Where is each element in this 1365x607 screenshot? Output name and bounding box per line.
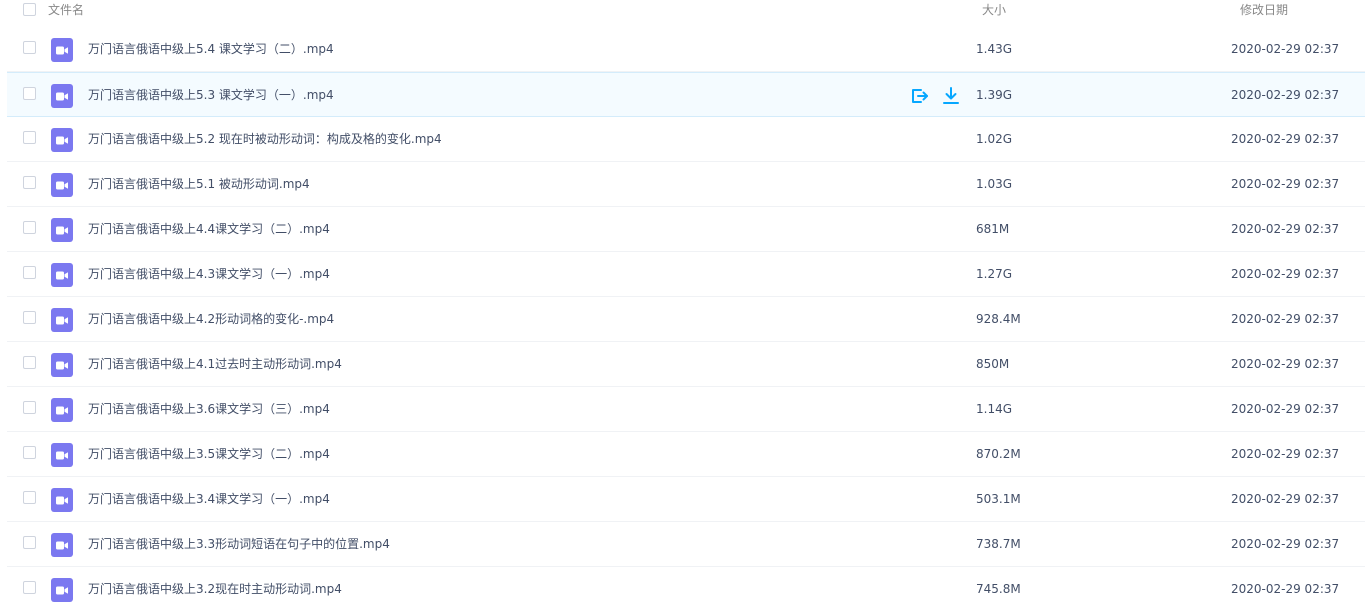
video-file-icon <box>51 488 73 512</box>
file-name[interactable]: 万门语言俄语中级上5.4 课文学习（二）.mp4 <box>88 41 334 57</box>
file-row[interactable]: 万门语言俄语中级上3.5课文学习（二）.mp4 870.2M 2020-02-29 … <box>7 432 1365 477</box>
video-file-icon <box>51 443 73 467</box>
row-checkbox[interactable] <box>23 221 36 234</box>
row-checkbox[interactable] <box>23 87 36 100</box>
file-size: 870.2M <box>976 447 1021 461</box>
file-row[interactable]: 万门语言俄语中级上4.1过去时主动形动词.mp4 850M 2020-02-29 0… <box>7 342 1365 387</box>
row-checkbox[interactable] <box>23 266 36 279</box>
select-all-checkbox[interactable] <box>23 3 36 16</box>
file-size: 1.14G <box>976 402 1013 416</box>
file-date: 2020-02-29 02:37 <box>1231 267 1340 281</box>
file-name[interactable]: 万门语言俄语中级上5.1 被动形动词.mp4 <box>88 176 310 192</box>
video-file-icon <box>51 578 73 602</box>
video-file-icon <box>51 173 73 197</box>
file-row[interactable]: 万门语言俄语中级上4.3课文学习（一）.mp4 1.27G 2020-02-29 0… <box>7 252 1365 297</box>
file-name[interactable]: 万门语言俄语中级上3.4课文学习（一）.mp4 <box>88 491 330 507</box>
row-checkbox[interactable] <box>23 41 36 54</box>
file-size: 1.27G <box>976 267 1013 281</box>
row-checkbox[interactable] <box>23 581 36 594</box>
row-checkbox[interactable] <box>23 491 36 504</box>
share-icon[interactable] <box>909 86 929 106</box>
video-file-icon <box>51 308 73 332</box>
file-date: 2020-02-29 02:37 <box>1231 312 1340 326</box>
row-checkbox[interactable] <box>23 401 36 414</box>
list-header: 文件名 大小 修改日期 <box>0 0 1365 27</box>
download-icon[interactable] <box>941 86 961 106</box>
file-row[interactable]: 万门语言俄语中级上4.4课文学习（二）.mp4 681M 2020-02-29 02… <box>7 207 1365 252</box>
row-checkbox[interactable] <box>23 176 36 189</box>
file-name[interactable]: 万门语言俄语中级上5.3 课文学习（一）.mp4 <box>88 87 334 103</box>
file-name[interactable]: 万门语言俄语中级上4.4课文学习（二）.mp4 <box>88 221 330 237</box>
row-checkbox[interactable] <box>23 536 36 549</box>
file-date: 2020-02-29 02:37 <box>1231 492 1340 506</box>
video-file-icon <box>51 263 73 287</box>
file-row[interactable]: 万门语言俄语中级上3.2现在时主动形动词.mp4 745.8M 2020-02-29… <box>7 567 1365 607</box>
file-date: 2020-02-29 02:37 <box>1231 222 1340 236</box>
file-size: 928.4M <box>976 312 1021 326</box>
file-date: 2020-02-29 02:37 <box>1231 88 1340 102</box>
file-date: 2020-02-29 02:37 <box>1231 447 1340 461</box>
file-name[interactable]: 万门语言俄语中级上4.3课文学习（一）.mp4 <box>88 266 330 282</box>
file-name[interactable]: 万门语言俄语中级上3.5课文学习（二）.mp4 <box>88 446 330 462</box>
file-name[interactable]: 万门语言俄语中级上5.2 现在时被动形动词：构成及格的变化.mp4 <box>88 131 442 147</box>
file-size: 1.02G <box>976 132 1013 146</box>
file-date: 2020-02-29 02:37 <box>1231 537 1340 551</box>
file-row[interactable]: 万门语言俄语中级上5.4 课文学习（二）.mp4 1.43G 2020-02-29 … <box>7 27 1365 72</box>
video-file-icon <box>51 84 73 108</box>
row-checkbox[interactable] <box>23 131 36 144</box>
column-header-name[interactable]: 文件名 <box>48 2 84 18</box>
file-size: 738.7M <box>976 537 1021 551</box>
column-header-date[interactable]: 修改日期 <box>1240 2 1288 18</box>
file-size: 1.43G <box>976 42 1013 56</box>
file-row[interactable]: 万门语言俄语中级上5.3 课文学习（一）.mp4 1.39G 2020-02-29 … <box>7 72 1365 117</box>
file-row[interactable]: 万门语言俄语中级上3.4课文学习（一）.mp4 503.1M 2020-02-29 … <box>7 477 1365 522</box>
file-date: 2020-02-29 02:37 <box>1231 177 1340 191</box>
file-size: 681M <box>976 222 1010 236</box>
file-date: 2020-02-29 02:37 <box>1231 132 1340 146</box>
file-size: 745.8M <box>976 582 1021 596</box>
video-file-icon <box>51 353 73 377</box>
file-row[interactable]: 万门语言俄语中级上5.1 被动形动词.mp4 1.03G 2020-02-29 02… <box>7 162 1365 207</box>
file-row[interactable]: 万门语言俄语中级上4.2形动词格的变化-.mp4 928.4M 2020-02-29… <box>7 297 1365 342</box>
file-size: 850M <box>976 357 1010 371</box>
file-name[interactable]: 万门语言俄语中级上3.3形动词短语在句子中的位置.mp4 <box>88 536 390 552</box>
file-size: 503.1M <box>976 492 1021 506</box>
column-header-size[interactable]: 大小 <box>982 2 1006 18</box>
video-file-icon <box>51 533 73 557</box>
video-file-icon <box>51 128 73 152</box>
file-name[interactable]: 万门语言俄语中级上3.6课文学习（三）.mp4 <box>88 401 330 417</box>
file-size: 1.39G <box>976 88 1013 102</box>
file-size: 1.03G <box>976 177 1013 191</box>
row-checkbox[interactable] <box>23 356 36 369</box>
file-row[interactable]: 万门语言俄语中级上3.6课文学习（三）.mp4 1.14G 2020-02-29 0… <box>7 387 1365 432</box>
file-date: 2020-02-29 02:37 <box>1231 357 1340 371</box>
file-date: 2020-02-29 02:37 <box>1231 582 1340 596</box>
row-checkbox[interactable] <box>23 311 36 324</box>
video-file-icon <box>51 38 73 62</box>
file-row[interactable]: 万门语言俄语中级上5.2 现在时被动形动词：构成及格的变化.mp4 1.02G 20… <box>7 117 1365 162</box>
file-date: 2020-02-29 02:37 <box>1231 42 1340 56</box>
file-name[interactable]: 万门语言俄语中级上4.1过去时主动形动词.mp4 <box>88 356 342 372</box>
file-name[interactable]: 万门语言俄语中级上3.2现在时主动形动词.mp4 <box>88 581 342 597</box>
file-row[interactable]: 万门语言俄语中级上3.3形动词短语在句子中的位置.mp4 738.7M 2020-0… <box>7 522 1365 567</box>
video-file-icon <box>51 398 73 422</box>
file-date: 2020-02-29 02:37 <box>1231 402 1340 416</box>
video-file-icon <box>51 218 73 242</box>
file-name[interactable]: 万门语言俄语中级上4.2形动词格的变化-.mp4 <box>88 311 334 327</box>
file-list: 文件名 大小 修改日期 万门语言俄语中级上5.4 课文学习（二）.mp4 1.43… <box>0 0 1365 607</box>
row-checkbox[interactable] <box>23 446 36 459</box>
